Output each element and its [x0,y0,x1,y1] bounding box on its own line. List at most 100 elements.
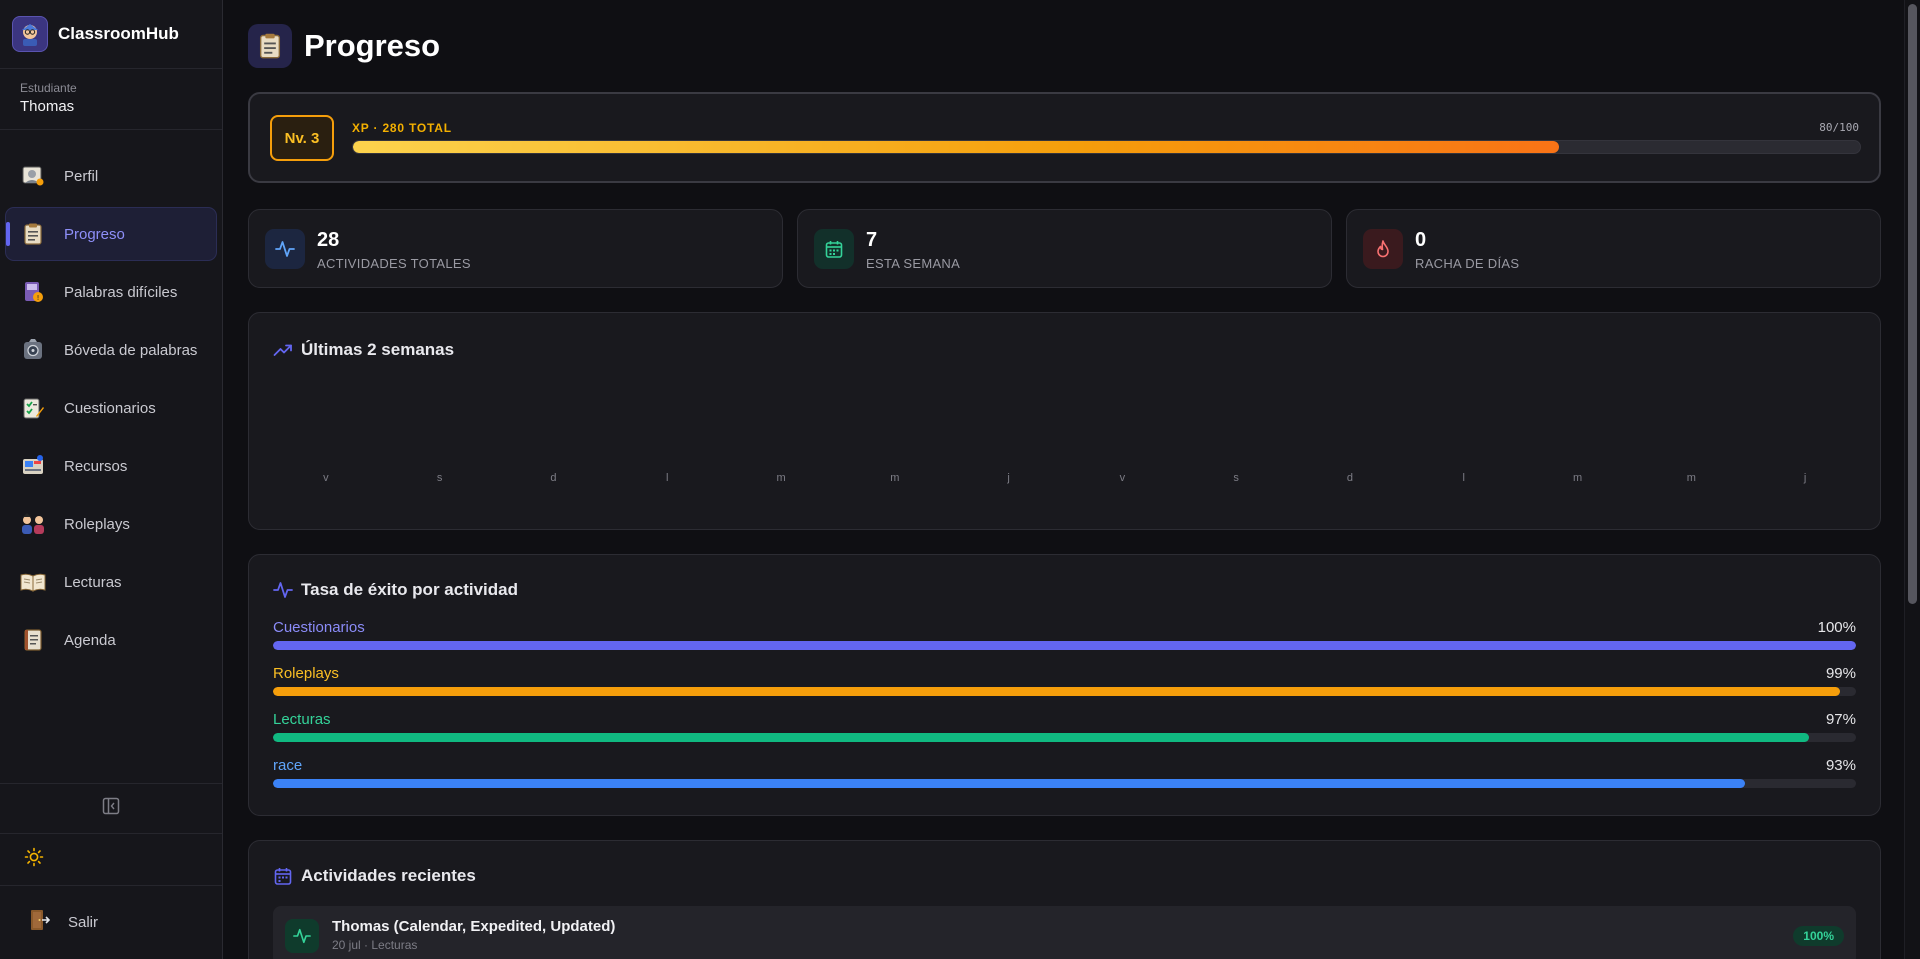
sidebar-item-label: Recursos [64,457,128,475]
xp-progress-bar [352,140,1861,154]
page-title: Progreso [304,28,441,63]
chart-x-tick-label: j [1006,472,1009,484]
chart-title: Últimas 2 semanas [273,340,454,360]
chart-x-tick-label: l [1463,472,1465,484]
rate-bar [273,733,1856,742]
recent-activities-title: Actividades recientes [273,866,476,886]
hard-words-icon: ! [20,279,46,305]
collapse-sidebar-button[interactable] [0,783,222,833]
rate-percentage: 97% [1825,711,1856,728]
stat-card-streak: 0 RACHA DE DÍAS [1346,209,1881,288]
chart-x-tick-label: d [550,472,556,484]
success-rate-row: Roleplays 99% [273,665,1856,705]
sun-icon [24,847,44,872]
page-header: Progreso [248,24,440,68]
xp-level-card: Nv. 3 XP · 280 TOTAL 80/100 [248,92,1881,183]
roleplay-icon [20,511,46,537]
sidebar-item-recursos[interactable]: Recursos [6,440,216,492]
chart-x-tick-label: m [1687,472,1696,484]
logout-label: Salir [68,914,99,931]
sidebar-item-progreso[interactable]: Progreso [6,208,216,260]
activity-icon [265,229,305,269]
xp-progress-fill [353,141,1559,153]
sidebar-item-lecturas[interactable]: Lecturas [6,556,216,608]
sidebar-item-label: Roleplays [64,515,130,533]
quiz-icon [20,395,46,421]
chart-x-tick-label: l [666,472,668,484]
xp-count: 80/100 [1819,121,1859,134]
rate-bar-fill [273,687,1841,696]
agenda-icon [20,627,46,653]
sidebar-item-cuestionarios[interactable]: Cuestionarios [6,382,216,434]
resources-icon [20,453,46,479]
calendar-icon [273,866,293,886]
xp-total-label: XP · 280 TOTAL [352,121,452,135]
clipboard-icon [248,24,292,68]
sidebar-item-agenda[interactable]: Agenda [6,614,216,666]
activity-icon [285,919,319,953]
chart-title-text: Últimas 2 semanas [301,340,455,359]
flame-icon [1363,229,1403,269]
rate-bar-fill [273,641,1856,650]
sidebar-item-label: Bóveda de palabras [64,341,198,359]
scrollbar-thumb[interactable] [1908,4,1917,604]
chart-x-tick-label: v [1120,472,1126,484]
rate-activity-name: Cuestionarios [273,619,365,636]
rate-bar [273,779,1856,788]
sidebar-item-label: Progreso [64,225,125,243]
recent-activities-card: Actividades recientes Thomas (Calendar, … [248,840,1881,959]
page-scrollbar[interactable] [1904,0,1920,959]
sidebar-item-label: Palabras difíciles [64,283,178,301]
chart-x-tick-label: m [776,472,785,484]
chart-x-tick-label: j [1803,472,1806,484]
stat-card-this-week: 7 ESTA SEMANA [797,209,1332,288]
activity-score-badge: 100% [1793,926,1844,946]
logout-button[interactable]: Salir [0,885,222,959]
brand[interactable]: ClassroomHub [0,0,222,69]
rate-percentage: 99% [1825,665,1856,682]
sidebar-item-label: Agenda [64,631,116,649]
activity-icon [273,580,293,600]
rate-bar [273,641,1856,650]
stat-label: ESTA SEMANA [866,256,961,271]
sidebar-item-boveda-de-palabras[interactable]: Bóveda de palabras [6,324,216,376]
vault-icon [20,337,46,363]
success-rate-title-text: Tasa de éxito por actividad [301,580,518,599]
success-rate-row: Cuestionarios 100% [273,619,1856,659]
rate-percentage: 93% [1825,757,1856,774]
sidebar-item-roleplays[interactable]: Roleplays [6,498,216,550]
trending-up-icon [273,340,293,360]
rate-activity-name: Lecturas [273,711,331,728]
sidebar: ClassroomHub Estudiante Thomas Perfil Pr… [0,0,223,959]
sidebar-collapse-icon [102,797,120,820]
calendar-icon [814,229,854,269]
book-icon [20,569,46,595]
recent-activity-item[interactable]: Thomas (Calendar, Expedited, Updated) 20… [273,906,1856,959]
user-role: Estudiante [20,81,77,95]
weekly-activity-chart-card: Últimas 2 semanas v s d l m m j v s d l m m j [248,312,1881,530]
stat-value: 7 [866,229,878,251]
user-info: Estudiante Thomas [0,69,222,130]
stat-label: RACHA DE DÍAS [1415,256,1520,271]
activity-meta: 20 jul · Lecturas [332,938,418,952]
svg-text:!: ! [37,294,40,302]
sidebar-item-palabras-dificiles[interactable]: ! Palabras difíciles [6,266,216,318]
profile-icon [20,163,46,189]
sidebar-item-label: Cuestionarios [64,399,156,417]
sidebar-item-perfil[interactable]: Perfil [6,150,216,202]
success-rate-title: Tasa de éxito por actividad [273,580,518,600]
stat-value: 28 [317,229,340,251]
sidebar-footer: Salir [0,783,222,959]
stat-card-total-activities: 28 ACTIVIDADES TOTALES [248,209,783,288]
clipboard-icon [20,221,46,247]
rate-activity-name: Roleplays [273,665,339,682]
rate-bar-fill [273,779,1746,788]
rate-bar-fill [273,733,1809,742]
success-rate-card: Tasa de éxito por actividad Cuestionario… [248,554,1881,816]
sidebar-nav: Perfil Progreso ! Palabras difíciles Bóv… [0,130,222,666]
chart-x-tick-label: s [1233,472,1239,484]
app-logo-icon [12,16,48,52]
theme-toggle-button[interactable] [0,833,222,885]
success-rate-row: race 93% [273,757,1856,797]
chart-x-tick-label: m [890,472,899,484]
